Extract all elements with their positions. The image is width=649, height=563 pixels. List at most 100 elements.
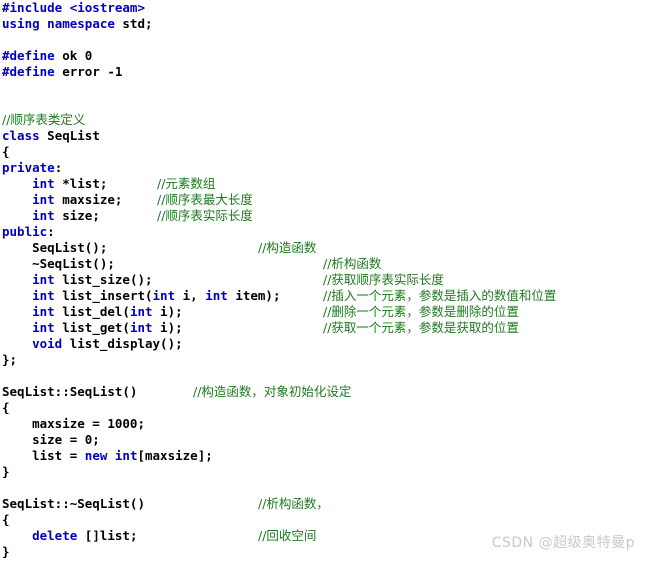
code-line[interactable] xyxy=(0,368,649,384)
code-keyword: int xyxy=(32,272,55,287)
code-line[interactable]: class SeqList xyxy=(0,128,649,144)
code-line[interactable]: private: xyxy=(0,160,649,176)
code-keyword: #define xyxy=(2,64,55,79)
code-line[interactable]: SeqList(); //构造函数 xyxy=(0,240,649,256)
code-line[interactable]: int *list; //元素数组 xyxy=(0,176,649,192)
code-line[interactable]: #include <iostream> xyxy=(0,0,649,16)
code-line[interactable]: void list_display(); xyxy=(0,336,649,352)
code-token: list_insert( xyxy=(54,288,153,303)
code-token: { xyxy=(2,144,10,159)
code-keyword: int xyxy=(32,320,55,335)
code-comment: //插入一个元素，参数是插入的数值和位置 xyxy=(323,288,557,303)
code-comment: //析构函数 xyxy=(323,256,382,271)
code-keyword: using xyxy=(2,16,40,31)
code-keyword: int xyxy=(205,288,228,303)
code-comment: //元素数组 xyxy=(157,176,216,191)
code-keyword: int xyxy=(32,176,55,191)
code-keyword: int xyxy=(32,192,55,207)
code-comment: //删除一个元素，参数是删除的位置 xyxy=(323,304,519,319)
code-line-text: } xyxy=(2,544,10,560)
code-line[interactable]: }; xyxy=(0,352,649,368)
code-token: { xyxy=(2,400,10,415)
code-line-text: int list_get(int i); xyxy=(2,320,183,336)
code-line-text: int list_insert(int i, int item); xyxy=(2,288,280,304)
code-keyword: #include <iostream> xyxy=(2,0,145,15)
code-comment: //顺序表类定义 xyxy=(2,112,86,127)
code-line[interactable]: SeqList::~SeqList() //析构函数， xyxy=(0,496,649,512)
code-line[interactable]: int list_size(); //获取顺序表实际长度 xyxy=(0,272,649,288)
code-line-text: void list_display(); xyxy=(2,336,183,352)
code-token: } xyxy=(2,544,10,559)
code-line[interactable]: { xyxy=(0,512,649,528)
code-token: list_display(); xyxy=(62,336,183,351)
code-editor-pane[interactable]: #include <iostream> using namespace std; #… xyxy=(0,0,649,563)
code-line-text: size = 0; xyxy=(2,432,100,448)
code-line[interactable]: #define ok 0 xyxy=(0,48,649,64)
code-keyword: int xyxy=(32,304,55,319)
code-line[interactable]: //顺序表类定义 xyxy=(0,112,649,128)
code-keyword: namespace xyxy=(47,16,115,31)
code-keyword: #define xyxy=(2,48,55,63)
code-comment: //回收空间 xyxy=(258,528,317,543)
code-line[interactable]: using namespace std; xyxy=(0,16,649,32)
code-line-text: private: xyxy=(2,160,62,176)
code-line-text: #define error -1 xyxy=(2,64,122,80)
code-line[interactable] xyxy=(0,480,649,496)
code-line-text: delete []list; xyxy=(2,528,137,544)
code-token: list_get( xyxy=(54,320,130,335)
code-line[interactable]: int list_insert(int i, int item);//插入一个元… xyxy=(0,288,649,304)
code-line-text: public: xyxy=(2,224,55,240)
code-line-text: SeqList::SeqList() xyxy=(2,384,137,400)
code-token: [maxsize]; xyxy=(137,448,213,463)
code-line[interactable]: int list_get(int i); //获取一个元素，参数是获取的位置 xyxy=(0,320,649,336)
code-line[interactable]: { xyxy=(0,400,649,416)
code-line-text: { xyxy=(2,512,10,528)
code-line[interactable]: SeqList::SeqList() //构造函数，对象初始化设定 xyxy=(0,384,649,400)
code-comment: //构造函数，对象初始化设定 xyxy=(193,384,352,399)
code-token: maxsize = 1000; xyxy=(2,416,145,431)
code-line[interactable]: #define error -1 xyxy=(0,64,649,80)
code-line[interactable]: public: xyxy=(0,224,649,240)
code-keyword: int xyxy=(32,208,55,223)
code-line[interactable]: int list_del(int i); //删除一个元素，参数是删除的位置 xyxy=(0,304,649,320)
code-line-text: using namespace std; xyxy=(2,16,153,32)
code-line[interactable]: { xyxy=(0,144,649,160)
code-token: : xyxy=(47,224,55,239)
code-screenshot: #include <iostream> using namespace std; #… xyxy=(0,0,649,563)
code-token: list = xyxy=(2,448,85,463)
code-line-text: #include <iostream> xyxy=(2,0,145,16)
code-line[interactable]: ~SeqList(); //析构函数 xyxy=(0,256,649,272)
code-token: SeqList::SeqList() xyxy=(2,384,138,399)
code-line-text: int maxsize; xyxy=(2,192,122,208)
code-token: maxsize; xyxy=(54,192,123,207)
code-line[interactable]: maxsize = 1000; xyxy=(0,416,649,432)
code-comment: //顺序表实际长度 xyxy=(157,208,253,223)
code-token: } xyxy=(2,464,10,479)
code-keyword: int xyxy=(114,448,138,463)
code-keyword: delete xyxy=(32,528,78,543)
code-line[interactable] xyxy=(0,80,649,96)
code-line[interactable]: list = new int[maxsize]; xyxy=(0,448,649,464)
code-line[interactable] xyxy=(0,32,649,48)
code-line[interactable]: size = 0; xyxy=(0,432,649,448)
code-keyword: public xyxy=(2,224,48,239)
code-token: size; xyxy=(54,208,100,223)
code-line[interactable] xyxy=(0,96,649,112)
code-token: }; xyxy=(2,352,18,367)
code-token: i); xyxy=(152,304,183,319)
code-line[interactable]: int size; //顺序表实际长度 xyxy=(0,208,649,224)
csdn-watermark: CSDN @超级奥特曼p xyxy=(491,535,635,551)
code-token: ok 0 xyxy=(54,48,93,63)
code-line-text: int *list; xyxy=(2,176,107,192)
code-line[interactable]: } xyxy=(0,464,649,480)
code-token: size = 0; xyxy=(2,432,100,447)
code-line[interactable]: int maxsize; //顺序表最大长度 xyxy=(0,192,649,208)
code-comment: //析构函数， xyxy=(258,496,329,511)
code-line-text: int list_size(); xyxy=(2,272,152,288)
